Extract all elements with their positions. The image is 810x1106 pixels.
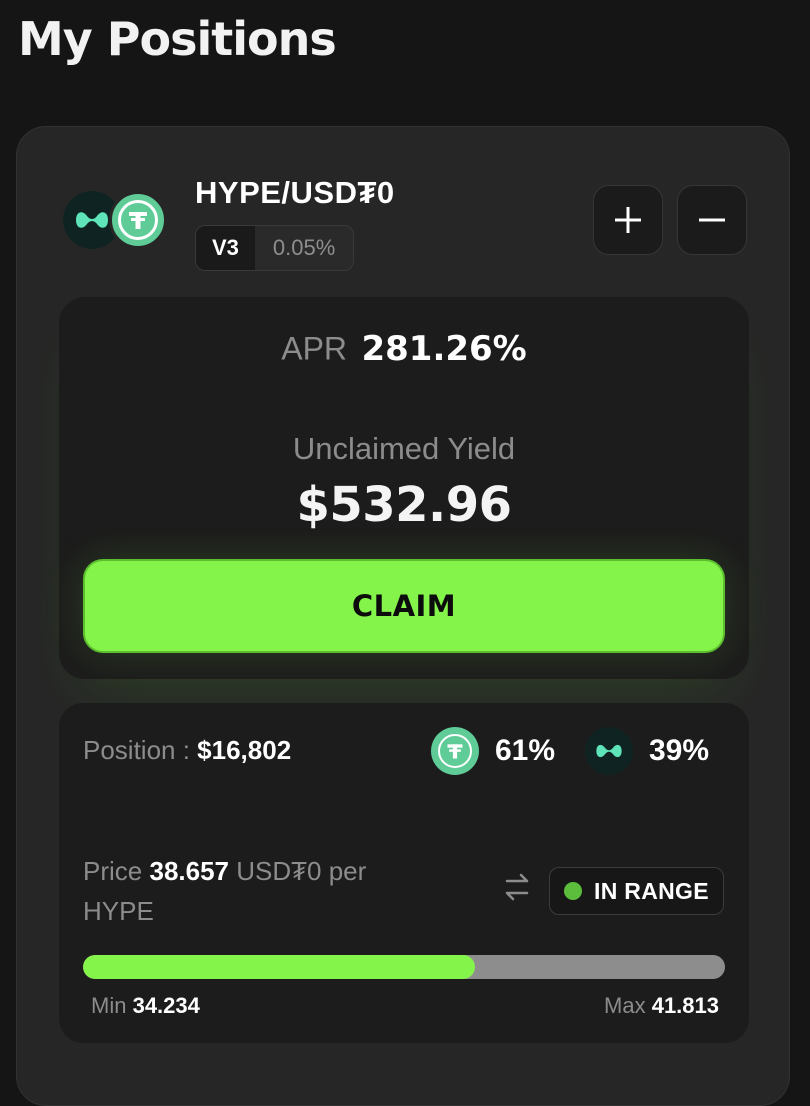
token-pair-icons: [63, 191, 173, 251]
remove-liquidity-button[interactable]: [677, 185, 747, 255]
usdt0-logo-icon: [431, 727, 479, 775]
yield-panel: APR 281.26% Unclaimed Yield $532.96 CLAI…: [59, 297, 749, 679]
pool-tags: V3 0.05%: [195, 225, 355, 271]
range-max: Max 41.813: [604, 993, 719, 1019]
unclaimed-yield-value: $532.96: [296, 477, 512, 533]
price-value: 38.657: [149, 856, 230, 886]
usdt0-percent: 61%: [495, 734, 556, 767]
minus-icon: [699, 218, 725, 222]
range-status-badge: IN RANGE: [549, 867, 724, 915]
min-value: 34.234: [132, 993, 200, 1018]
range-status-text: IN RANGE: [594, 877, 709, 904]
usdt0-logo-icon: [109, 191, 167, 249]
page-title: My Positions: [18, 12, 337, 66]
apr-row: APR 281.26%: [59, 329, 749, 369]
usdt0-allocation: 61%: [431, 727, 555, 775]
unclaimed-yield-label: Unclaimed Yield: [292, 431, 516, 466]
apr-value: 281.26%: [361, 329, 527, 369]
price-range-fill: [83, 955, 475, 979]
claim-button[interactable]: CLAIM: [83, 559, 725, 653]
hype-allocation: 39%: [585, 727, 709, 775]
plus-icon: [615, 207, 641, 233]
position-value-row: Position : $16,802: [83, 735, 291, 766]
hype-logo-icon: [585, 727, 633, 775]
apr-label: APR: [281, 330, 348, 367]
add-liquidity-button[interactable]: [593, 185, 663, 255]
min-label: Min: [91, 993, 127, 1018]
fee-tier-tag: 0.05%: [254, 226, 354, 270]
max-value: 41.813: [651, 993, 719, 1018]
position-card: HYPE/USD₮0 V3 0.05% APR 281.26% Unclaime…: [16, 126, 790, 1106]
pair-name: HYPE/USD₮0: [195, 175, 395, 210]
position-value: $16,802: [197, 735, 292, 765]
hype-percent: 39%: [649, 734, 710, 767]
status-dot-icon: [564, 882, 582, 900]
swap-direction-icon[interactable]: [501, 871, 533, 903]
current-price: Price 38.657 USD₮0 per HYPE: [83, 851, 443, 931]
max-label: Max: [604, 993, 646, 1018]
position-label: Position :: [83, 735, 198, 765]
position-details-panel: Position : $16,802 61% 39% Price 38.657 …: [59, 703, 749, 1043]
price-range-bar: [83, 955, 725, 979]
version-tag: V3: [196, 226, 255, 270]
range-min: Min 34.234: [91, 993, 200, 1019]
price-label: Price: [83, 856, 143, 886]
